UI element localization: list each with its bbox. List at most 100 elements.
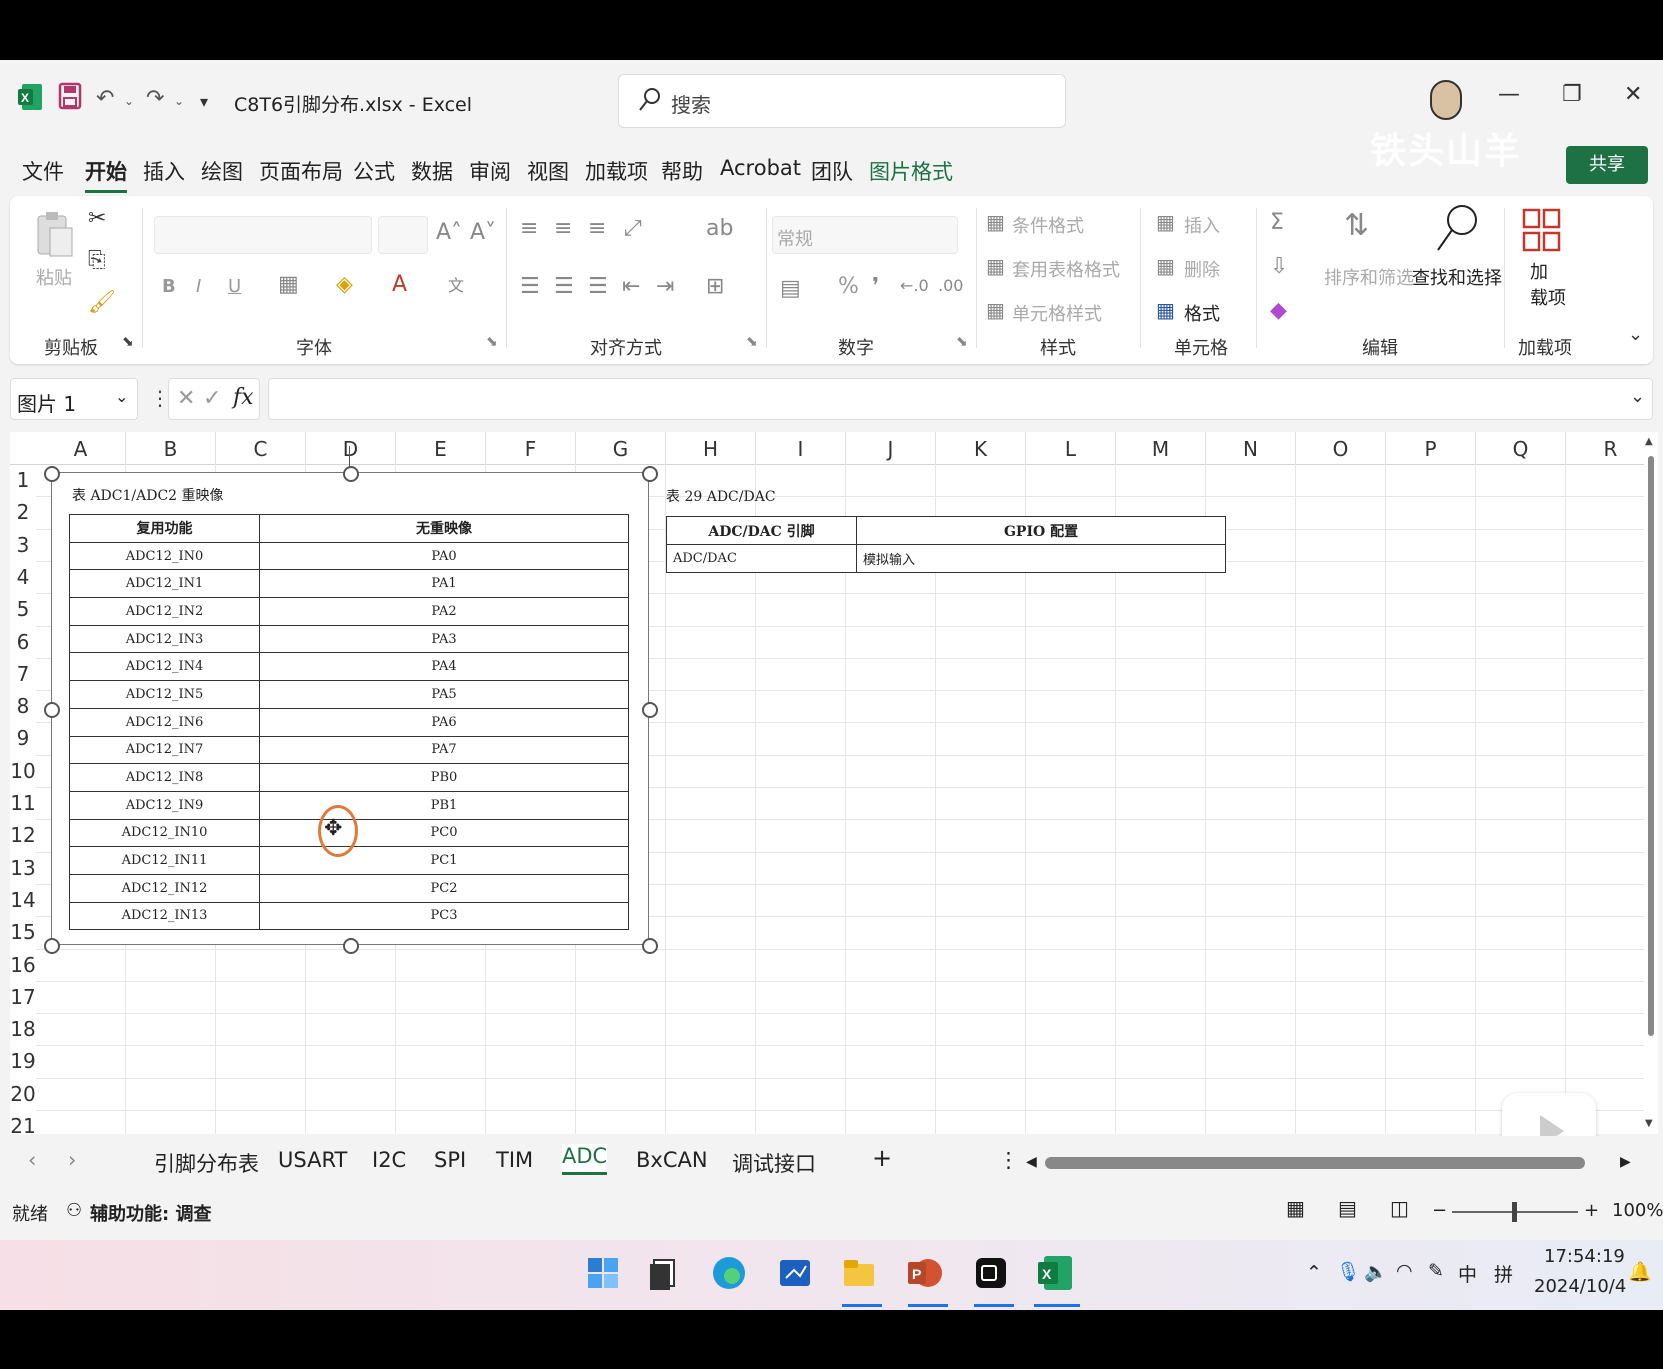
horizontal-scroll-thumb[interactable]	[1045, 1157, 1585, 1169]
excel-taskbar-icon[interactable]: X	[1034, 1252, 1076, 1294]
task-view-icon[interactable]	[642, 1252, 684, 1294]
addins-button-label[interactable]: 加载项	[1530, 260, 1566, 312]
table-picture[interactable]: 表 ADC1/ADC2 重映像 复用功能 无重映像 ADC12_IN0 PA0 AD…	[51, 472, 649, 945]
row-header[interactable]: 14	[10, 888, 36, 912]
zoom-in-icon[interactable]: +	[1584, 1200, 1599, 1221]
conditional-format-icon[interactable]: ▦	[986, 210, 1005, 234]
column-header[interactable]: F	[486, 432, 576, 464]
resize-handle-tr[interactable]	[642, 466, 658, 482]
delete-cells-icon[interactable]: ▦	[1156, 254, 1175, 278]
minimize-icon[interactable]: —	[1498, 82, 1520, 107]
align-left-icon[interactable]: ☰	[520, 274, 540, 299]
find-select-label[interactable]: 查找和选择	[1412, 264, 1502, 290]
scroll-down-icon[interactable]: ▼	[1645, 1118, 1653, 1129]
scroll-up-icon[interactable]: ▲	[1645, 436, 1653, 447]
undo-icon[interactable]: ↶	[96, 86, 114, 111]
row-header[interactable]: 4	[10, 565, 36, 589]
align-bottom-icon[interactable]: ≡	[588, 216, 606, 241]
column-header[interactable]: J	[846, 432, 936, 464]
user-avatar[interactable]	[1430, 80, 1462, 120]
row-header[interactable]: 12	[10, 823, 36, 847]
scroll-right-icon[interactable]: ▶	[1620, 1154, 1631, 1170]
column-header[interactable]: B	[126, 432, 216, 464]
column-header[interactable]: A	[36, 432, 126, 464]
paste-icon[interactable]	[34, 210, 74, 268]
row-header[interactable]: 19	[10, 1049, 36, 1073]
row-header[interactable]: 18	[10, 1017, 36, 1041]
resize-handle-tc[interactable]	[343, 466, 359, 482]
font-size-dropdown[interactable]	[378, 216, 428, 254]
start-icon[interactable]	[582, 1252, 624, 1294]
sort-filter-label[interactable]: 排序和筛选	[1324, 264, 1414, 290]
row-header[interactable]: 1	[10, 468, 36, 492]
align-right-icon[interactable]: ☰	[588, 274, 608, 299]
zoom-out-icon[interactable]: −	[1432, 1200, 1447, 1221]
column-header[interactable]: O	[1296, 432, 1386, 464]
column-header[interactable]: G	[576, 432, 666, 464]
sort-filter-icon[interactable]: ⇅	[1344, 208, 1369, 243]
zoom-slider-thumb[interactable]	[1512, 1202, 1517, 1222]
undo-dropdown-icon[interactable]: ⌄	[124, 94, 134, 108]
ribbon-collapse-icon[interactable]: ⌄	[1628, 324, 1643, 345]
decrease-decimal-icon[interactable]: .00	[938, 276, 963, 295]
video-app-icon[interactable]	[970, 1252, 1012, 1294]
row-header[interactable]: 6	[10, 630, 36, 654]
zoom-level[interactable]: 100%	[1612, 1200, 1663, 1221]
row-header[interactable]: 9	[10, 726, 36, 750]
row-header[interactable]: 5	[10, 597, 36, 621]
shrink-font-icon[interactable]: A˅	[470, 220, 496, 245]
restore-icon[interactable]: ❐	[1562, 82, 1582, 107]
redo-icon[interactable]: ↷	[146, 86, 164, 111]
pen-icon[interactable]: ✎	[1428, 1260, 1444, 1282]
customize-toolbar-icon[interactable]: ▾	[200, 92, 208, 111]
vertical-scrollbar[interactable]: ▲ ▼	[1644, 432, 1658, 1134]
insert-cells-label[interactable]: 插入	[1184, 212, 1220, 238]
whiteboard-icon[interactable]	[774, 1252, 816, 1294]
find-select-icon[interactable]	[1434, 202, 1480, 262]
volume-icon[interactable]: 🔈	[1364, 1260, 1388, 1283]
clear-icon[interactable]: ◆	[1270, 298, 1287, 323]
tray-overflow-icon[interactable]: ⌃	[1306, 1262, 1322, 1284]
enter-formula-icon[interactable]: ✓	[203, 386, 221, 411]
notification-bell-icon[interactable]: 🔔	[1628, 1260, 1652, 1283]
ime-chinese[interactable]: 中	[1458, 1260, 1477, 1287]
alignment-launcher-icon[interactable]: ⬊	[746, 334, 758, 350]
name-box-dropdown-icon[interactable]: ⌄	[115, 387, 128, 406]
tab-picture-format[interactable]: 图片格式	[869, 156, 953, 186]
file-explorer-icon[interactable]	[838, 1252, 880, 1294]
align-top-icon[interactable]: ≡	[520, 216, 538, 241]
format-cells-icon[interactable]: ▦	[1156, 298, 1175, 322]
sheet-tab[interactable]: SPI	[434, 1148, 466, 1172]
column-header[interactable]: I	[756, 432, 846, 464]
powerpoint-icon[interactable]: P	[904, 1252, 946, 1294]
bold-button[interactable]: B	[162, 276, 176, 297]
sheet-tab[interactable]: I2C	[372, 1148, 406, 1172]
row-header[interactable]: 13	[10, 856, 36, 880]
row-header[interactable]: 8	[10, 694, 36, 718]
font-name-dropdown[interactable]	[154, 216, 372, 254]
insert-function-button[interactable]: fx	[233, 385, 254, 410]
clock-date[interactable]: 2024/10/4	[1534, 1276, 1626, 1297]
row-header[interactable]: 20	[10, 1082, 36, 1106]
tab-formulas[interactable]: 公式	[353, 156, 395, 186]
increase-decimal-icon[interactable]: ←.0	[900, 276, 929, 295]
sheet-tab[interactable]: 调试接口	[732, 1148, 816, 1178]
addins-icon[interactable]	[1522, 208, 1562, 260]
wrap-text-icon[interactable]: ab	[706, 216, 733, 241]
borders-icon[interactable]: ▦	[278, 272, 299, 297]
row-header[interactable]: 15	[10, 920, 36, 944]
resize-handle-mr[interactable]	[642, 702, 658, 718]
tab-insert[interactable]: 插入	[143, 156, 185, 186]
sheet-tab[interactable]: USART	[278, 1148, 347, 1172]
row-header[interactable]: 2	[10, 500, 36, 524]
close-icon[interactable]: ✕	[1624, 82, 1642, 107]
clock-time[interactable]: 17:54:19	[1544, 1246, 1625, 1267]
scroll-left-icon[interactable]: ◀	[1026, 1154, 1037, 1170]
insert-cells-icon[interactable]: ▦	[1156, 210, 1175, 234]
fill-color-icon[interactable]: ◈	[336, 272, 353, 297]
cell-styles-label[interactable]: 单元格样式	[1012, 300, 1102, 326]
formula-bar-menu-icon[interactable]: ⋮	[150, 386, 170, 410]
add-sheet-button[interactable]: +	[872, 1144, 892, 1172]
tab-addins[interactable]: 加载项	[585, 156, 648, 186]
tab-page-layout[interactable]: 页面布局	[259, 156, 343, 186]
